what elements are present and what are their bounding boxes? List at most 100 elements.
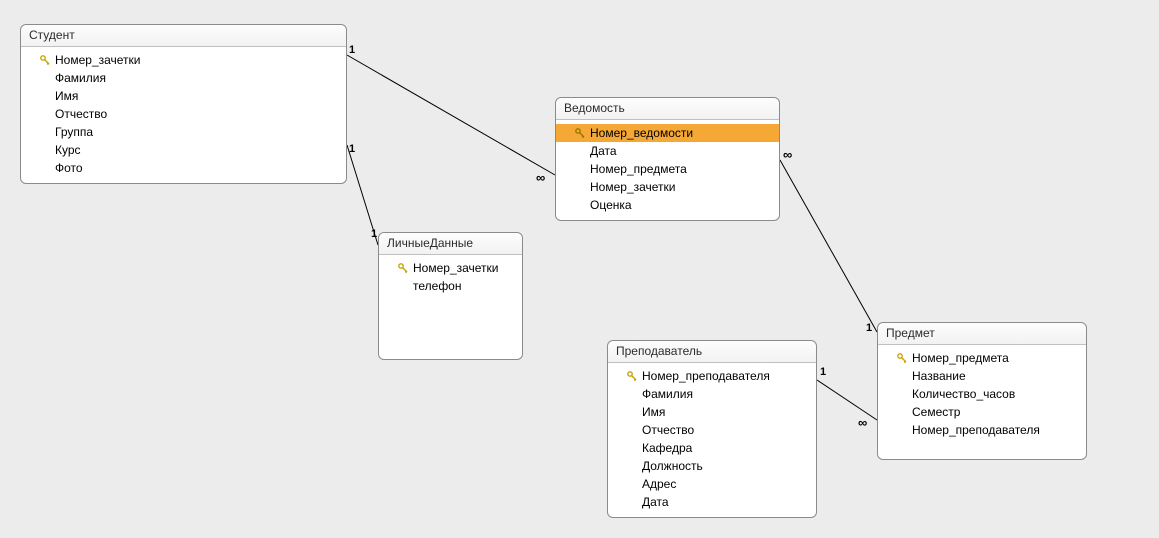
field-row[interactable]: Номер_ведомости — [556, 124, 779, 142]
entity-fields: Номер_предмета Название Количество_часов… — [878, 345, 1086, 445]
cardinality-many: ∞ — [858, 415, 867, 430]
field-name: Название — [912, 368, 966, 384]
field-row[interactable]: телефон — [379, 277, 522, 295]
key-icon-empty — [574, 163, 586, 175]
key-icon-empty — [896, 370, 908, 382]
key-icon-empty — [626, 406, 638, 418]
field-name: Номер_преподавателя — [912, 422, 1040, 438]
field-name: Номер_преподавателя — [642, 368, 770, 384]
field-name: Имя — [642, 404, 665, 420]
entity-title: Студент — [21, 25, 346, 47]
field-row[interactable]: Имя — [21, 87, 346, 105]
key-icon-empty — [574, 181, 586, 193]
field-row[interactable]: Номер_зачетки — [556, 178, 779, 196]
field-row[interactable]: Фамилия — [21, 69, 346, 87]
key-icon-empty — [626, 424, 638, 436]
field-name: Номер_предмета — [912, 350, 1009, 366]
entity-teacher[interactable]: Преподаватель Номер_преподавателя Фамили… — [607, 340, 817, 518]
entity-personal-data[interactable]: ЛичныеДанные Номер_зачетки телефон — [378, 232, 523, 360]
field-name: Отчество — [642, 422, 694, 438]
field-row[interactable]: Номер_предмета — [556, 160, 779, 178]
entity-title: ЛичныеДанные — [379, 233, 522, 255]
key-icon — [896, 352, 908, 364]
field-row[interactable]: Количество_часов — [878, 385, 1086, 403]
field-name: Имя — [55, 88, 78, 104]
key-icon-empty — [39, 90, 51, 102]
field-row[interactable]: Номер_зачетки — [379, 259, 522, 277]
key-icon-empty — [574, 145, 586, 157]
cardinality-one: 1 — [371, 228, 377, 240]
field-name: Номер_зачетки — [55, 52, 141, 68]
key-icon-empty — [626, 496, 638, 508]
field-name: Номер_ведомости — [590, 125, 693, 141]
key-icon-empty — [39, 144, 51, 156]
field-row[interactable]: Семестр — [878, 403, 1086, 421]
field-name: Группа — [55, 124, 93, 140]
field-row[interactable]: Оценка — [556, 196, 779, 214]
field-row[interactable]: Дата — [556, 142, 779, 160]
field-row[interactable]: Фамилия — [608, 385, 816, 403]
field-row[interactable]: Номер_зачетки — [21, 51, 346, 69]
field-row[interactable]: Дата — [608, 493, 816, 511]
key-icon-empty — [896, 424, 908, 436]
key-icon-empty — [39, 108, 51, 120]
field-name: телефон — [413, 278, 462, 294]
field-name: Фамилия — [642, 386, 693, 402]
key-icon-empty — [626, 460, 638, 472]
cardinality-one: 1 — [866, 322, 872, 334]
entity-title: Ведомость — [556, 98, 779, 120]
key-icon — [39, 54, 51, 66]
field-row[interactable]: Название — [878, 367, 1086, 385]
cardinality-many: ∞ — [783, 147, 792, 162]
field-row[interactable]: Имя — [608, 403, 816, 421]
field-name: Отчество — [55, 106, 107, 122]
key-icon-empty — [626, 388, 638, 400]
diagram-canvas[interactable]: 1 ∞ 1 1 ∞ 1 1 ∞ Студент Номер_зачетки Фа… — [0, 0, 1159, 538]
entity-title: Преподаватель — [608, 341, 816, 363]
field-name: Фамилия — [55, 70, 106, 86]
cardinality-one: 1 — [349, 143, 355, 155]
field-row[interactable]: Отчество — [21, 105, 346, 123]
entity-fields: Номер_ведомости Дата Номер_предмета Номе… — [556, 120, 779, 220]
field-row[interactable]: Фото — [21, 159, 346, 177]
field-row[interactable]: Группа — [21, 123, 346, 141]
field-row[interactable]: Адрес — [608, 475, 816, 493]
field-name: Фото — [55, 160, 83, 176]
field-row[interactable]: Кафедра — [608, 439, 816, 457]
field-row[interactable]: Должность — [608, 457, 816, 475]
field-name: Количество_часов — [912, 386, 1015, 402]
key-icon — [397, 262, 409, 274]
field-name: Дата — [642, 494, 669, 510]
key-icon-empty — [39, 126, 51, 138]
field-name: Дата — [590, 143, 617, 159]
entity-fields: Номер_зачетки Фамилия Имя Отчество Групп… — [21, 47, 346, 183]
cardinality-one: 1 — [349, 44, 355, 56]
field-name: Номер_зачетки — [590, 179, 676, 195]
field-name: Курс — [55, 142, 81, 158]
entity-student[interactable]: Студент Номер_зачетки Фамилия Имя Отчест… — [20, 24, 347, 184]
entity-title: Предмет — [878, 323, 1086, 345]
key-icon-empty — [626, 478, 638, 490]
field-name: Кафедра — [642, 440, 692, 456]
key-icon-empty — [574, 199, 586, 211]
field-name: Должность — [642, 458, 703, 474]
field-name: Оценка — [590, 197, 632, 213]
field-name: Адрес — [642, 476, 676, 492]
key-icon-empty — [39, 72, 51, 84]
key-icon-empty — [397, 280, 409, 292]
field-row[interactable]: Номер_преподавателя — [608, 367, 816, 385]
key-icon-empty — [896, 388, 908, 400]
entity-fields: Номер_зачетки телефон — [379, 255, 522, 301]
field-name: Номер_предмета — [590, 161, 687, 177]
field-row[interactable]: Номер_предмета — [878, 349, 1086, 367]
entity-fields: Номер_преподавателя Фамилия Имя Отчество… — [608, 363, 816, 517]
key-icon — [574, 127, 586, 139]
field-row[interactable]: Отчество — [608, 421, 816, 439]
entity-subject[interactable]: Предмет Номер_предмета Название Количест… — [877, 322, 1087, 460]
field-row[interactable]: Номер_преподавателя — [878, 421, 1086, 439]
field-name: Номер_зачетки — [413, 260, 499, 276]
key-icon-empty — [39, 162, 51, 174]
entity-vedomost[interactable]: Ведомость Номер_ведомости Дата Номер_пре… — [555, 97, 780, 221]
field-row[interactable]: Курс — [21, 141, 346, 159]
key-icon-empty — [626, 442, 638, 454]
